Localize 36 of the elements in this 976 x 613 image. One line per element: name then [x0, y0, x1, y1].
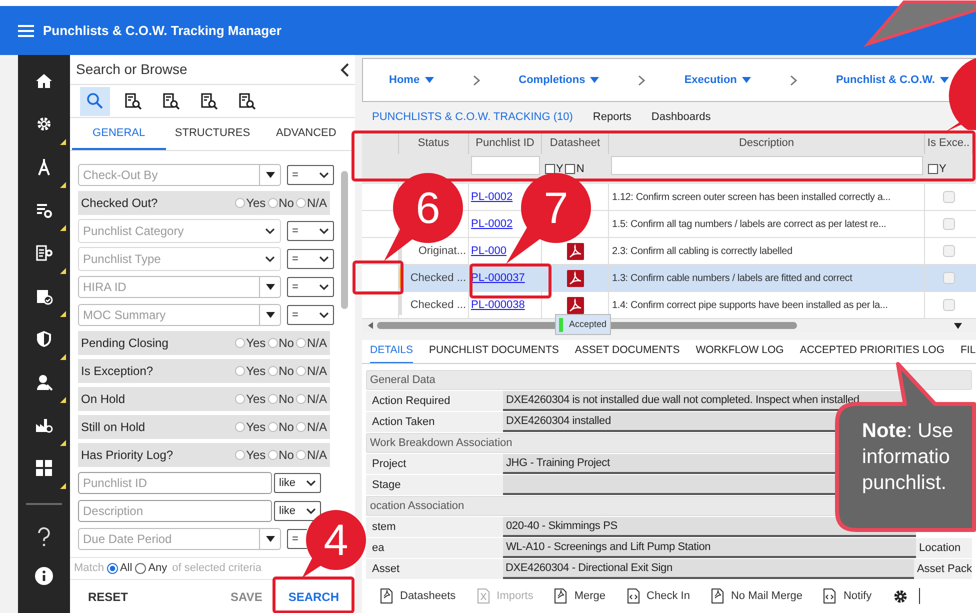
filter-label: Is Exception?: [81, 363, 154, 380]
field-label: Action Taken: [372, 414, 435, 430]
table-cell-text: 1.3: Confirm cable numbers / labels are fitted and correct: [612, 272, 852, 286]
field-label: Location: [919, 540, 961, 556]
filter-label: Pending Closing: [81, 335, 168, 352]
table-cell-text: 1.12: Confirm screen outer screen has been installed correctly a...: [612, 190, 890, 204]
match-hint: of selected criteria: [172, 561, 262, 576]
field-value: WL-A10 - Screenings and Lift Pump Station: [503, 538, 916, 558]
table-cell-text: 1.4: Confirm correct pipe supports have been installed as per la...: [612, 298, 888, 312]
field-label: Asset: [372, 562, 400, 577]
filter-label: Checked Out?: [81, 195, 158, 212]
field-label: Project: [372, 456, 406, 472]
note-text: Note: Use: [862, 419, 954, 444]
section-title: General Data: [370, 372, 436, 388]
field-label: Asset Pack: [916, 562, 972, 577]
section-title: ocation Association: [370, 498, 464, 514]
table-cell-text: Originat...: [418, 244, 466, 259]
filter-label: Has Priority Log?: [81, 447, 174, 464]
table-cell-text: 1.5: Confirm all tag numbers / labels are correct as per latest re...: [612, 218, 886, 232]
app-title: Punchlists & C.O.W. Tracking Manager: [43, 22, 282, 40]
tooltip: Accepted: [555, 314, 611, 335]
field-label: ea: [372, 540, 384, 556]
note-text: punchlist.: [862, 471, 948, 496]
table-cell-text: Checked ...: [410, 298, 466, 313]
field-value: DXE4260304 - Directional Exit Sign: [502, 559, 914, 579]
section-title: Work Breakdown Association: [370, 436, 512, 451]
field-label: Action Required: [372, 394, 450, 409]
filter-label: Still on Hold: [81, 419, 146, 436]
panel-title: Search or Browse: [76, 60, 188, 79]
field-label: Stage: [372, 478, 401, 493]
match-label: Match: [74, 561, 104, 576]
callout-number: 4: [324, 516, 348, 565]
table-cell-text: Checked ...: [410, 270, 466, 286]
filter-label: On Hold: [81, 391, 126, 408]
table-cell-text: 2.3: Confirm all cabling is correctly labelled: [612, 244, 792, 258]
field-label: stem: [372, 520, 396, 535]
